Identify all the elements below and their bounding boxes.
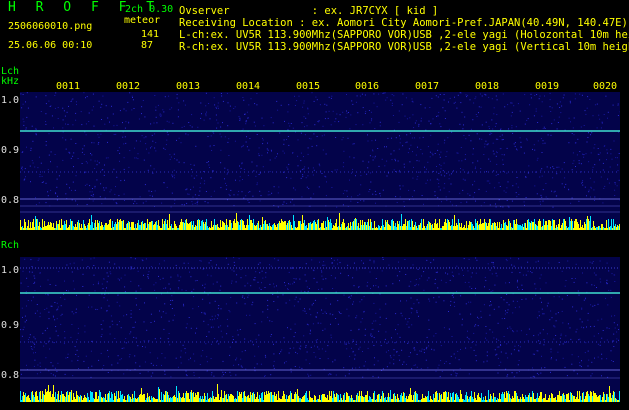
khz-unit-label: kHz — [1, 76, 20, 87]
rch-noise — [20, 257, 620, 378]
location-info: Receiving Location : ex. Aomori City Aom… — [179, 17, 628, 29]
lch-tick-1.0: 1.0 — [1, 95, 20, 106]
lch-info: L-ch:ex. UV5R 113.900Mhz(SAPPORO VOR)USB… — [179, 29, 629, 41]
rch-info: R-ch:ex. UV5R 113.900Mhz(SAPPORO VOR)USB… — [179, 41, 629, 53]
lch-spectrogram-canvas — [20, 92, 620, 230]
rch-meteor-count: 87 — [141, 40, 154, 51]
rch-spectrogram — [20, 257, 620, 402]
rch-tick-1.0: 1.0 — [1, 265, 20, 276]
lch-spectrogram — [20, 92, 620, 230]
rch-tick-0.8: 0.8 — [1, 370, 20, 381]
meteor-label: meteor — [124, 15, 161, 26]
rch-spectrogram-canvas — [20, 257, 620, 402]
rch-activity-bars — [20, 384, 620, 402]
lch-noise — [20, 92, 620, 208]
lch-activity-bars — [20, 213, 620, 230]
filename-label: 2506060010.png — [8, 21, 93, 32]
rch-tick-0.9: 0.9 — [1, 320, 20, 331]
datetime-label: 25.06.06 00:10 — [8, 40, 93, 51]
lch-tick-0.9: 0.9 — [1, 145, 20, 156]
lch-tick-0.8: 0.8 — [1, 195, 20, 206]
observer-info: Ovserver : ex. JR7CYX [ kid ] — [179, 5, 439, 17]
rch-label: Rch — [1, 240, 20, 251]
hrofft-window: H R O F F T 2ch 0.30 2506060010.png mete… — [0, 0, 629, 410]
